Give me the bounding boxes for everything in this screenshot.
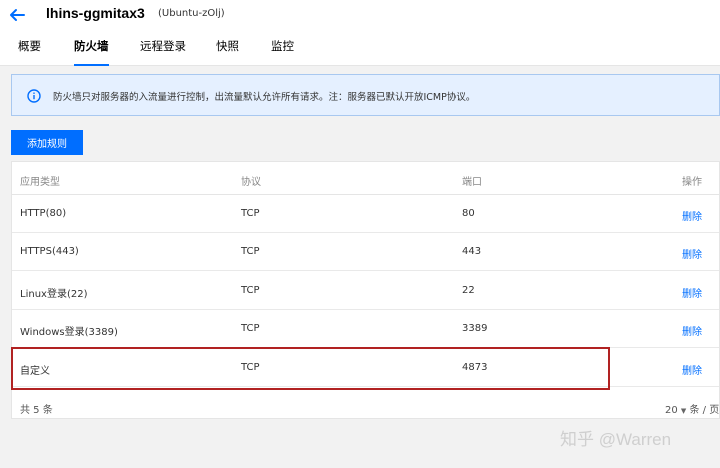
caret-down-icon: ▼: [680, 407, 687, 415]
delete-link[interactable]: 删除: [682, 285, 702, 300]
delete-link[interactable]: 删除: [682, 208, 702, 223]
cell-port: 3389: [462, 323, 488, 334]
cell-app-type: 自定义: [20, 366, 50, 377]
tab-snapshot[interactable]: 快照: [216, 38, 239, 66]
tab-remote-login[interactable]: 远程登录: [140, 38, 186, 66]
cell-app-type: Windows登录(3389): [20, 327, 118, 338]
delete-link[interactable]: 删除: [682, 246, 702, 261]
cell-app-type: HTTP(80): [20, 208, 67, 219]
cell-app-type: HTTPS(443): [20, 246, 79, 257]
cell-protocol: TCP: [241, 208, 260, 219]
back-arrow-icon[interactable]: [8, 6, 26, 24]
instance-name: lhins-ggmitax3: [46, 5, 145, 21]
cell-port: 80: [462, 208, 475, 219]
table-row: Windows登录(3389) TCP 3389 删除: [12, 310, 719, 348]
column-header-action: 操作: [682, 177, 702, 188]
cell-protocol: TCP: [241, 246, 260, 257]
instance-subtitle: (Ubuntu-zOlj): [158, 8, 225, 19]
cell-protocol: TCP: [241, 323, 260, 334]
notice-text: 防火墙只对服务器的入流量进行控制，出流量默认允许所有请求。注：服务器已默认开放I…: [53, 92, 476, 103]
delete-link[interactable]: 删除: [682, 323, 702, 338]
add-rule-button[interactable]: 添加规则: [11, 130, 83, 155]
info-icon: [27, 89, 41, 103]
firewall-rules-table: 应用类型 协议 端口 操作 HTTP(80) TCP 80 删除 HTTPS(4…: [11, 161, 720, 419]
tab-overview[interactable]: 概要: [18, 38, 41, 66]
table-header: 应用类型 协议 端口 操作: [12, 162, 719, 195]
column-header-port: 端口: [462, 177, 482, 188]
watermark: 知乎 @Warren: [560, 430, 672, 449]
delete-link[interactable]: 删除: [682, 362, 702, 377]
tab-firewall[interactable]: 防火墙: [74, 38, 109, 66]
cell-port: 22: [462, 285, 475, 296]
page-size-value: 20: [665, 405, 678, 416]
top-bar: lhins-ggmitax3 (Ubuntu-zOlj) 概要 防火墙 远程登录…: [0, 0, 720, 66]
tab-monitoring[interactable]: 监控: [271, 38, 294, 66]
table-row: 自定义 TCP 4873 删除: [12, 349, 719, 387]
page-size-selector[interactable]: 20 ▼ 条 / 页: [665, 401, 719, 416]
cell-port: 443: [462, 246, 482, 257]
table-row: HTTPS(443) TCP 443 删除: [12, 233, 719, 271]
table-row: Linux登录(22) TCP 22 删除: [12, 272, 719, 310]
cell-protocol: TCP: [241, 362, 260, 373]
cell-port: 4873: [462, 362, 488, 373]
total-count: 共 5 条: [20, 405, 53, 416]
cell-protocol: TCP: [241, 285, 260, 296]
info-notice: 防火墙只对服务器的入流量进行控制，出流量默认允许所有请求。注：服务器已默认开放I…: [11, 74, 720, 116]
table-row: HTTP(80) TCP 80 删除: [12, 195, 719, 233]
cell-app-type: Linux登录(22): [20, 289, 88, 300]
page-size-suffix: 条 / 页: [689, 405, 720, 416]
column-header-app-type: 应用类型: [20, 177, 60, 188]
column-header-protocol: 协议: [241, 177, 261, 188]
